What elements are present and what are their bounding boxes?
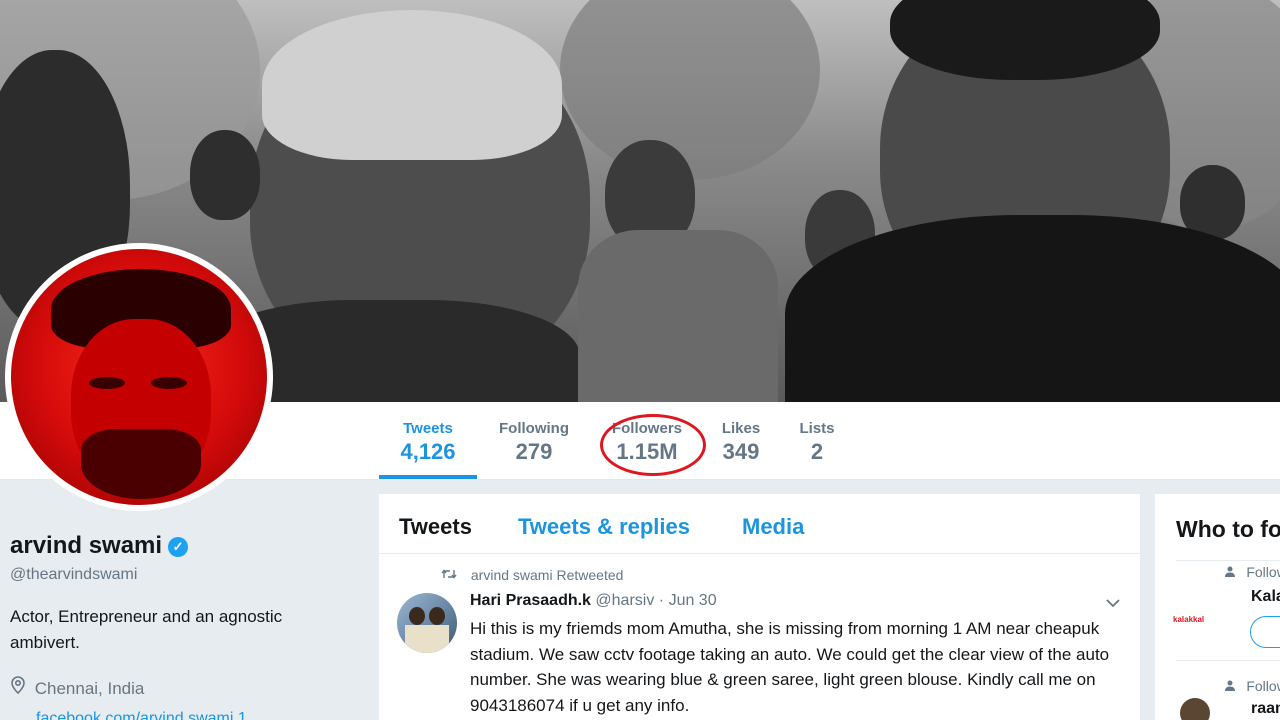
profile-name[interactable]: arvind swami [10,532,162,559]
tweet-avatar-figure [429,607,445,625]
who-to-follow: Who to follow Followed by kalakkal Kalak… [1155,494,1280,720]
profile-handle[interactable]: @thearvindswami [10,566,137,584]
tab-tweets-and-replies[interactable]: Tweets & replies [518,514,690,540]
banner-foliage [560,0,820,180]
active-tab-underline [379,475,477,479]
tweet-header: Hari Prasaadh.k @harsiv · Jun 30 [470,592,717,610]
avatar-beard [81,429,201,499]
nav-likes-label: Likes [721,420,761,437]
person-icon [1225,566,1238,580]
location-pin-icon [10,676,30,699]
nav-following-count: 279 [515,439,553,464]
divider [1176,660,1280,661]
tweet-author-handle[interactable]: @harsiv [595,592,654,609]
followed-by-note: Followed by [1225,564,1280,580]
divider [1176,560,1280,561]
nav-tweets-label: Tweets [403,420,453,437]
tweet-author-avatar[interactable] [397,593,457,653]
banner-person-right-shirt [785,215,1280,402]
suggested-account-avatar[interactable] [1180,698,1210,720]
followed-by-text: Followed by [1246,564,1280,580]
kalakkal-logo: kalakkal [1173,615,1205,624]
tweet-avatar-shirts [405,625,449,653]
nav-following-label: Following [499,420,569,437]
banner-person-left-hair [262,10,562,160]
tweet-date[interactable]: Jun 30 [669,592,717,609]
profile-website-link[interactable]: facebook.com/arvind.swami.1 [36,710,247,720]
tweet-header-separator: · [658,592,665,609]
avatar-image [11,249,267,505]
followed-by-text: Followed by [1246,678,1280,694]
tweet-avatar-figure [409,607,425,625]
nav-following[interactable]: Following 279 [494,420,574,465]
retweet-icon [441,567,461,583]
verified-badge-icon: ✓ [168,537,189,557]
profile-bio: Actor, Entrepreneur and an agnostic ambi… [10,607,283,652]
nav-likes[interactable]: Likes 349 [718,420,764,465]
nav-tweets[interactable]: Tweets 4,126 [396,420,460,465]
followers-highlight-circle [600,414,706,476]
tab-media[interactable]: Media [742,514,804,540]
tweet-text: Hi this is my friemds mom Amutha, she is… [470,619,1110,715]
profile-location: Chennai, India [34,679,145,698]
retweet-note[interactable]: arvind swami Retweeted [471,567,624,583]
follow-button[interactable] [1250,616,1280,648]
nav-tweets-count: 4,126 [400,439,456,464]
avatar-eye [151,377,187,389]
banner-crowd [190,130,260,220]
profile-location-row: Chennai, India [10,676,144,699]
tweet-author-name[interactable]: Hari Prasaadh.k [470,592,591,609]
timeline-tabs: Tweets Tweets & replies Media [379,494,1140,554]
banner-person-middle-shirt [578,230,778,402]
avatar-eye [89,377,125,389]
retweet-context: arvind swami Retweeted [441,567,623,583]
nav-lists[interactable]: Lists 2 [797,420,837,465]
profile-avatar[interactable] [5,243,273,511]
nav-lists-label: Lists [799,420,835,437]
tweet[interactable]: arvind swami Retweeted Hari Prasaadh.k @… [379,555,1140,720]
followed-by-note: Followed by [1225,678,1280,694]
nav-lists-count: 2 [810,439,824,464]
person-icon [1225,680,1238,694]
profile-name-row[interactable]: arvind swami ✓ [10,532,189,560]
who-to-follow-title: Who to follow [1176,516,1280,542]
chevron-down-icon[interactable] [1105,595,1121,613]
suggested-account-name[interactable]: Kalakkal Cinema [1251,588,1280,606]
tab-tweets[interactable]: Tweets [399,514,472,540]
timeline: Tweets Tweets & replies Media arvind swa… [379,494,1140,720]
suggested-account-name[interactable]: raaman [1251,700,1280,718]
nav-likes-count: 349 [722,439,760,464]
